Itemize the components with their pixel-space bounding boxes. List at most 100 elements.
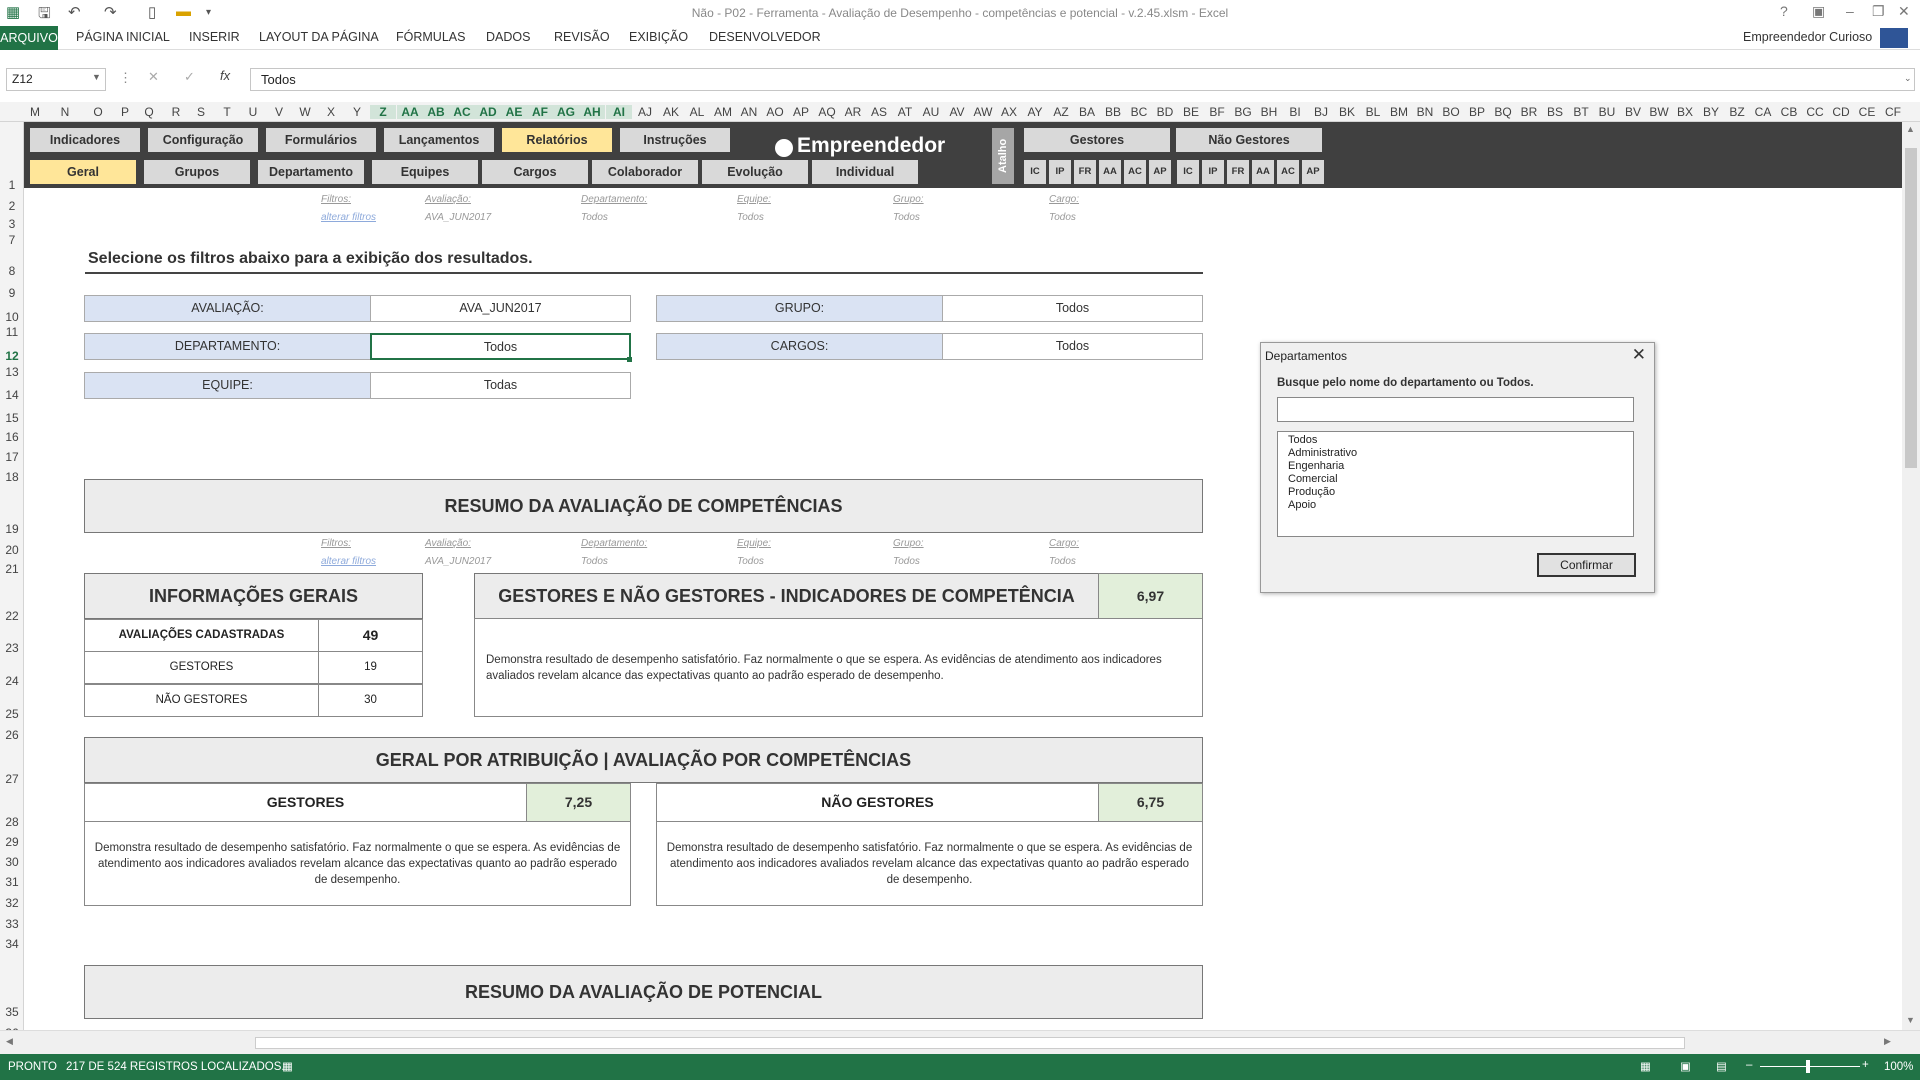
minimize-icon[interactable]: –: [1846, 3, 1854, 19]
ribbon-display-icon[interactable]: ▣: [1812, 3, 1825, 20]
row-header-22[interactable]: 22: [0, 609, 24, 623]
nav-indicadores[interactable]: Indicadores: [30, 128, 140, 152]
column-header-bs[interactable]: BS: [1542, 105, 1568, 119]
expand-formula-icon[interactable]: ⌄: [1904, 73, 1912, 84]
horizontal-scroll-thumb[interactable]: [255, 1037, 1685, 1049]
nav-geral[interactable]: Geral: [30, 160, 136, 184]
row-header-1[interactable]: 1: [0, 178, 24, 192]
column-header-v[interactable]: V: [266, 105, 292, 119]
column-header-ah[interactable]: AH: [579, 105, 605, 119]
grupo-field[interactable]: Todos: [942, 295, 1203, 322]
column-header-bl[interactable]: BL: [1360, 105, 1386, 119]
gestores-ip-button[interactable]: IP: [1049, 160, 1071, 184]
column-header-bq[interactable]: BQ: [1490, 105, 1516, 119]
row-header-10[interactable]: 10: [0, 310, 24, 324]
column-header-ab[interactable]: AB: [423, 105, 449, 119]
row-header-30[interactable]: 30: [0, 855, 24, 869]
user-name[interactable]: Empreendedor Curioso: [1743, 30, 1872, 44]
nav-instrucoes[interactable]: Instruções: [620, 128, 730, 152]
insert-function-icon[interactable]: fx: [220, 68, 230, 83]
column-header-av[interactable]: AV: [944, 105, 970, 119]
tab-page-layout[interactable]: LAYOUT DA PÁGINA: [259, 30, 379, 44]
department-option[interactable]: Administrativo: [1288, 447, 1633, 460]
row-header-20[interactable]: 20: [0, 543, 24, 557]
row-header-24[interactable]: 24: [0, 674, 24, 688]
nav-configuracao[interactable]: Configuração: [148, 128, 258, 152]
column-header-bh[interactable]: BH: [1256, 105, 1282, 119]
row-header-8[interactable]: 8: [0, 264, 24, 278]
zoom-slider-thumb[interactable]: [1806, 1060, 1810, 1073]
column-header-ad[interactable]: AD: [475, 105, 501, 119]
column-header-bt[interactable]: BT: [1568, 105, 1594, 119]
enter-icon[interactable]: ✓: [184, 69, 195, 85]
column-header-ba[interactable]: BA: [1074, 105, 1100, 119]
column-header-w[interactable]: W: [292, 105, 318, 119]
page-layout-view-icon[interactable]: ▣: [1680, 1059, 1691, 1073]
department-option[interactable]: Produção: [1288, 486, 1633, 499]
column-header-au[interactable]: AU: [918, 105, 944, 119]
avaliacao-field[interactable]: AVA_JUN2017: [370, 295, 631, 322]
column-header-bb[interactable]: BB: [1100, 105, 1126, 119]
row-header-32[interactable]: 32: [0, 896, 24, 910]
vertical-scrollbar[interactable]: ▲ ▼: [1902, 122, 1920, 1030]
column-header-bf[interactable]: BF: [1204, 105, 1230, 119]
column-header-y[interactable]: Y: [344, 105, 370, 119]
row-header-17[interactable]: 17: [0, 450, 24, 464]
fill-handle[interactable]: [627, 357, 632, 362]
row-header-7[interactable]: 7: [0, 233, 24, 247]
nav-relatorios[interactable]: Relatórios: [502, 128, 612, 152]
name-box[interactable]: Z12: [6, 68, 106, 91]
column-header-cd[interactable]: CD: [1828, 105, 1854, 119]
nav-cargos[interactable]: Cargos: [482, 160, 588, 184]
zoom-out-icon[interactable]: –: [1746, 1059, 1752, 1071]
nav-individual[interactable]: Individual: [812, 160, 918, 184]
column-header-ay[interactable]: AY: [1022, 105, 1048, 119]
name-box-dropdown-icon[interactable]: ▼: [92, 72, 101, 82]
column-header-r[interactable]: R: [163, 105, 189, 119]
tab-home[interactable]: PÁGINA INICIAL: [76, 30, 170, 44]
column-header-bx[interactable]: BX: [1672, 105, 1698, 119]
column-header-bi[interactable]: BI: [1282, 105, 1308, 119]
column-header-ai[interactable]: AI: [606, 105, 632, 119]
row-header-25[interactable]: 25: [0, 707, 24, 721]
row-header-19[interactable]: 19: [0, 522, 24, 536]
vertical-scroll-thumb[interactable]: [1905, 148, 1917, 468]
nav-evolucao[interactable]: Evolução: [702, 160, 808, 184]
department-option[interactable]: Todos: [1288, 434, 1633, 447]
column-header-be[interactable]: BE: [1178, 105, 1204, 119]
gestores-ac-button[interactable]: AC: [1124, 160, 1146, 184]
alterar-filtros-link[interactable]: alterar filtros: [321, 556, 376, 567]
cargos-field[interactable]: Todos: [942, 333, 1203, 360]
column-header-af[interactable]: AF: [527, 105, 553, 119]
nav-lancamentos[interactable]: Lançamentos: [384, 128, 494, 152]
row-header-34[interactable]: 34: [0, 937, 24, 951]
zoom-in-icon[interactable]: +: [1862, 1059, 1869, 1071]
column-header-bo[interactable]: BO: [1438, 105, 1464, 119]
column-header-q[interactable]: Q: [136, 105, 162, 119]
scroll-right-icon[interactable]: ▶: [1884, 1036, 1891, 1047]
column-header-p[interactable]: P: [112, 105, 138, 119]
row-header-9[interactable]: 9: [0, 286, 24, 300]
column-header-ak[interactable]: AK: [658, 105, 684, 119]
row-header-35[interactable]: 35: [0, 1005, 24, 1019]
column-header-bu[interactable]: BU: [1594, 105, 1620, 119]
column-header-bz[interactable]: BZ: [1724, 105, 1750, 119]
nav-gestores[interactable]: Gestores: [1024, 128, 1170, 152]
gestores-ap-button[interactable]: AP: [1149, 160, 1171, 184]
column-header-cf[interactable]: CF: [1880, 105, 1906, 119]
nao-gestores-ip-button[interactable]: IP: [1202, 160, 1224, 184]
row-header-29[interactable]: 29: [0, 835, 24, 849]
tab-insert[interactable]: INSERIR: [189, 30, 240, 44]
column-header-ar[interactable]: AR: [840, 105, 866, 119]
department-option[interactable]: Apoio: [1288, 499, 1633, 512]
row-header-12[interactable]: 12: [0, 349, 24, 363]
tab-formulas[interactable]: FÓRMULAS: [396, 30, 465, 44]
gestores-fr-button[interactable]: FR: [1074, 160, 1096, 184]
column-header-ap[interactable]: AP: [788, 105, 814, 119]
column-header-aj[interactable]: AJ: [632, 105, 658, 119]
confirm-button[interactable]: Confirmar: [1537, 553, 1636, 577]
column-header-ce[interactable]: CE: [1854, 105, 1880, 119]
nav-grupos[interactable]: Grupos: [144, 160, 250, 184]
column-header-ao[interactable]: AO: [762, 105, 788, 119]
zoom-level[interactable]: 100%: [1884, 1061, 1913, 1073]
